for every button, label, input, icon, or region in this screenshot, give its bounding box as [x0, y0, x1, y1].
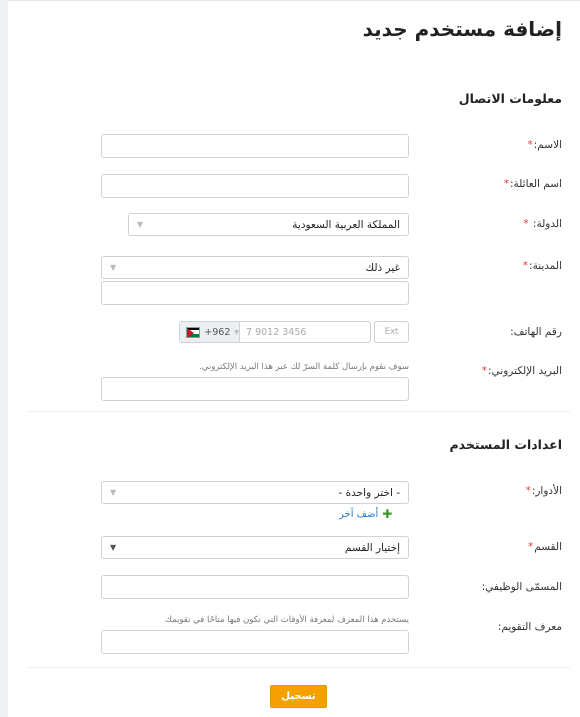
- add-another-role-link[interactable]: ✚ أضف آخر: [339, 507, 392, 521]
- required-marker: *: [523, 218, 529, 230]
- phone-ext-input[interactable]: Ext: [374, 321, 409, 343]
- last-name-label-text: اسم العائلة:: [510, 178, 562, 190]
- required-marker: *: [503, 178, 509, 190]
- last-name-label: اسم العائلة: *: [504, 178, 562, 190]
- department-label-text: القسم: [534, 541, 562, 553]
- country-label-text: الدولة:: [532, 218, 562, 230]
- email-input[interactable]: [101, 377, 409, 401]
- section-divider: [28, 411, 570, 412]
- calendar-hint: يستخدم هذا المعرف لمعرفة الأوقات التي تك…: [164, 615, 409, 625]
- phone-placeholder: 7 9012 3456: [246, 326, 307, 338]
- city-label: المدينة: *: [523, 260, 562, 272]
- email-label-text: البريد الإلكتروني:: [488, 365, 562, 377]
- required-marker: *: [527, 139, 533, 151]
- chevron-down-icon: ▼: [110, 488, 117, 497]
- chevron-down-icon: ▼: [234, 328, 239, 336]
- country-select-value: المملكة العربية السعودية: [292, 218, 400, 231]
- city-other-input[interactable]: [101, 281, 409, 305]
- chevron-down-icon: ▼: [137, 220, 144, 229]
- phone-country-code: +962: [204, 326, 231, 338]
- job-title-input[interactable]: [101, 575, 409, 599]
- job-title-label: المسمّى الوظيفي:: [481, 581, 562, 593]
- phone-input-group[interactable]: +962 ▼ 7 9012 3456: [179, 321, 371, 343]
- submit-button[interactable]: تسجيل: [270, 685, 327, 708]
- roles-select[interactable]: - اختر واحدة - ▼: [101, 481, 409, 504]
- plus-icon: ✚: [382, 507, 393, 521]
- phone-label: رقم الهاتف:: [510, 326, 562, 338]
- phone-number-input[interactable]: 7 9012 3456: [240, 322, 370, 342]
- user-settings-section-title: اعدادات المستخدم: [449, 437, 562, 452]
- chevron-down-icon: ▼: [110, 263, 117, 272]
- roles-label-text: الأدوار:: [531, 485, 562, 497]
- country-code-picker[interactable]: +962 ▼: [180, 322, 240, 342]
- department-select-value: إختيار القسم: [344, 541, 400, 554]
- first-name-input[interactable]: [101, 134, 409, 158]
- required-marker: *: [527, 541, 534, 553]
- required-marker: *: [522, 260, 529, 272]
- jordan-flag-icon: [186, 326, 201, 338]
- city-label-text: المدينة:: [529, 260, 562, 272]
- last-name-input[interactable]: [101, 174, 409, 198]
- country-label: الدولة: *: [523, 218, 562, 230]
- required-marker: *: [481, 365, 487, 377]
- calendar-id-label: معرف التقويم:: [497, 621, 562, 633]
- page-title: إضافة مستخدم جديد: [362, 17, 562, 41]
- city-select-value: غير ذلك: [365, 261, 400, 274]
- email-label: البريد الإلكتروني: *: [482, 365, 562, 377]
- required-marker: *: [525, 485, 531, 497]
- first-name-label-text: الاسم:: [533, 139, 562, 151]
- add-another-text: أضف آخر: [339, 508, 379, 520]
- email-hint: سوف نقوم بإرسال كلمة السرّ لك عبر هذا ال…: [199, 362, 409, 372]
- department-label: القسم *: [528, 541, 562, 553]
- form-panel: إضافة مستخدم جديد معلومات الاتصال الاسم:…: [8, 0, 580, 717]
- department-select[interactable]: إختيار القسم ▼: [101, 536, 409, 559]
- section-divider: [28, 667, 570, 668]
- country-select[interactable]: المملكة العربية السعودية ▼: [128, 213, 409, 236]
- contact-section-title: معلومات الاتصال: [458, 91, 562, 106]
- roles-label: الأدوار: *: [526, 485, 562, 497]
- roles-select-value: - اختر واحدة -: [338, 486, 400, 499]
- calendar-id-input[interactable]: [101, 630, 409, 654]
- first-name-label: الاسم: *: [528, 139, 562, 151]
- chevron-down-icon: ▼: [110, 543, 117, 552]
- ext-placeholder: Ext: [384, 327, 399, 337]
- city-select[interactable]: غير ذلك ▼: [101, 256, 409, 279]
